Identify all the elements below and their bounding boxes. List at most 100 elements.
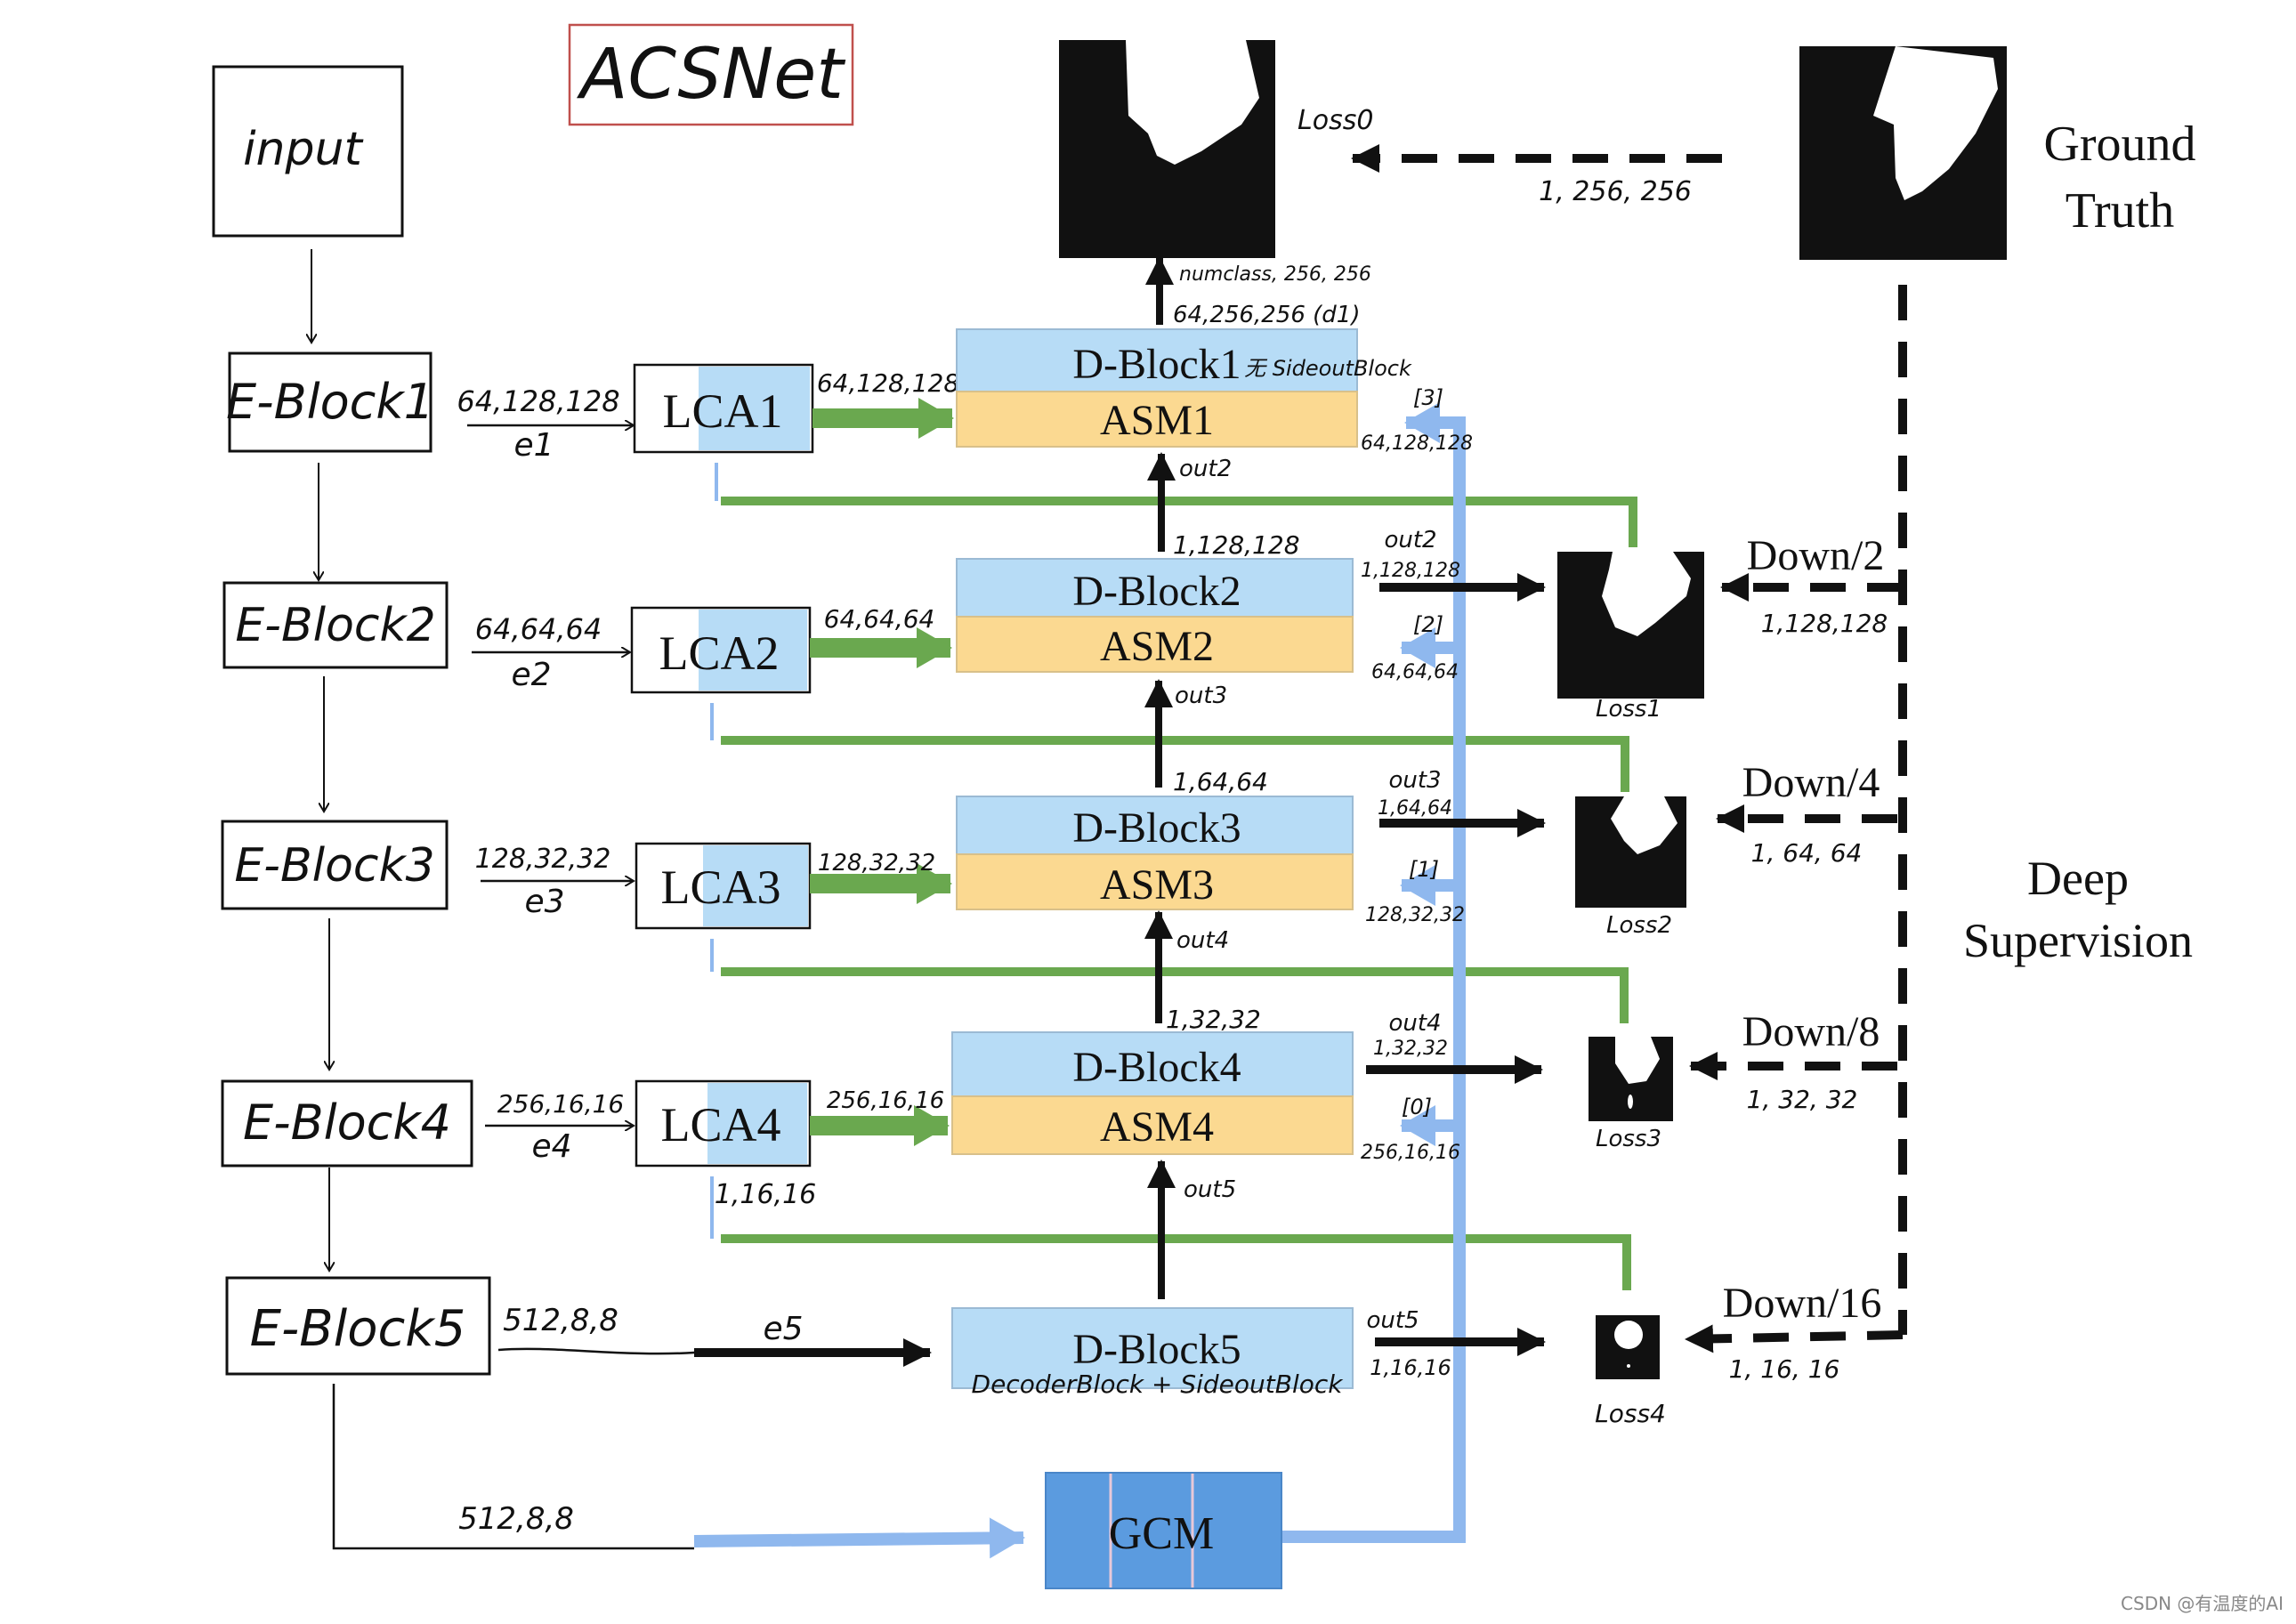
gcm-index-3: [3]	[1413, 385, 1443, 410]
loss1-label: Loss1	[1596, 696, 1661, 723]
gcm-shape-asm2: 64,64,64	[1371, 661, 1459, 683]
eblock-5: E-Block5	[225, 1276, 491, 1376]
side-out5-shape: 1,16,16	[1370, 1355, 1451, 1380]
down2-shape: 1,128,128	[1761, 609, 1888, 638]
loss4-mask: Loss4	[1595, 1315, 1666, 1428]
deep-supervision-label-2: Supervision	[1963, 914, 2193, 967]
down16-label: Down/16	[1723, 1280, 1882, 1327]
side-out5-label: out5	[1366, 1307, 1419, 1334]
e3-shape: 128,32,32	[475, 844, 611, 875]
dblock-3-label: D-Block3	[1072, 804, 1241, 852]
label-out4: out4	[1176, 927, 1229, 954]
lca-2-label: LCA2	[659, 626, 780, 680]
lca-1-label: LCA1	[663, 384, 783, 438]
input-label: input	[243, 123, 363, 176]
down2-label: Down/2	[1747, 532, 1885, 579]
gcm-input-shape: 512,8,8	[458, 1501, 574, 1537]
loss3-label: Loss3	[1596, 1126, 1661, 1152]
ground-truth-label-2: Truth	[2066, 183, 2174, 238]
input-box: input	[212, 65, 404, 238]
asm-3-label: ASM3	[1100, 861, 1214, 909]
loss4-label: Loss4	[1595, 1399, 1666, 1428]
lca-4-guide-shape: 1,16,16	[715, 1179, 817, 1210]
lca3-out-shape: 128,32,32	[818, 850, 935, 877]
e1-shape: 64,128,128	[457, 384, 619, 418]
e5-shape: 512,8,8	[503, 1303, 618, 1338]
dblock-4-label: D-Block4	[1072, 1044, 1241, 1091]
dblock-1-note: 无 SideoutBlock	[1244, 356, 1412, 381]
down8-shape: 1, 32, 32	[1747, 1085, 1858, 1114]
lca-3-label: LCA3	[661, 860, 781, 914]
gcm-shape-asm4: 256,16,16	[1361, 1142, 1460, 1164]
gcm-input-arrow	[693, 1517, 1025, 1559]
gcm-index-1: [1]	[1409, 857, 1439, 882]
gt-shape-loss0: 1, 256, 256	[1539, 176, 1692, 207]
acsnet-diagram: ACSNet input E-Block1 E-Block2 E-Block3 …	[212, 23, 2196, 1589]
encoder-column: E-Block1 E-Block2 E-Block3 E-Block4 E-Bl…	[221, 351, 491, 1376]
asm-4-label: ASM4	[1100, 1103, 1214, 1151]
e4-shape: 256,16,16	[497, 1089, 625, 1119]
label-out3: out3	[1175, 683, 1227, 709]
label-out5: out5	[1184, 1176, 1236, 1203]
decoder-stage-4: D-Block4 ASM4	[951, 1031, 1354, 1155]
dblock-3-top-shape: 1,64,64	[1173, 767, 1268, 796]
eblock-2-label: E-Block2	[235, 599, 435, 652]
e2-label: e2	[511, 657, 551, 693]
side-out3-label: out3	[1388, 767, 1441, 794]
dblock-5-sub-label: DecoderBlock + SideoutBlock	[972, 1369, 1345, 1399]
deep-supervision-label-1: Deep	[2027, 852, 2129, 905]
decoder-stage-1: D-Block1 ASM1 无 SideoutBlock	[956, 328, 1412, 448]
eblock-3: E-Block3	[221, 820, 449, 910]
dblock-1-top-shape: 64,256,256 (d1)	[1173, 302, 1360, 328]
eblock-5-label: E-Block5	[250, 1300, 466, 1358]
e1-label: e1	[513, 427, 554, 464]
decoder-stage-2: D-Block2 ASM2	[956, 558, 1354, 673]
dblock-4-top-shape: 1,32,32	[1166, 1005, 1261, 1034]
side-out4-shape: 1,32,32	[1373, 1038, 1448, 1060]
down4-shape: 1, 64, 64	[1751, 838, 1863, 868]
loss1-mask: Loss1	[1557, 552, 1704, 723]
lca-to-asm-arrows: 64,128,128 64,64,64 128,32,32 256,16,16	[810, 368, 959, 1146]
lca-4: LCA4	[635, 1079, 812, 1168]
side-output-labels: out2 1,128,128 out3 1,64,64 out4 1,32,32…	[1361, 527, 1460, 1380]
ground-truth-label-1: Ground	[2043, 117, 2195, 172]
lca4-out-shape: 256,16,16	[827, 1087, 944, 1114]
eblock-1-label: E-Block1	[226, 374, 434, 430]
asm-2-label: ASM2	[1100, 623, 1214, 670]
title-box: ACSNet	[568, 23, 854, 126]
lca-3: LCA3	[635, 842, 812, 930]
down8-label: Down/8	[1742, 1008, 1880, 1055]
ground-truth: Ground Truth	[1799, 46, 2196, 260]
gcm-block: GCM	[1045, 1472, 1282, 1589]
lca2-out-shape: 64,64,64	[824, 604, 935, 634]
down16-arrow	[1685, 1324, 1904, 1353]
lca-2: LCA2	[630, 606, 812, 694]
lca-4-label: LCA4	[661, 1098, 781, 1151]
lca1-out-shape: 64,128,128	[817, 368, 959, 398]
eblock-2: E-Block2	[222, 581, 449, 669]
side-out4-label: out4	[1388, 1010, 1441, 1037]
e5-label: e5	[763, 1311, 803, 1347]
down16-shape: 1, 16, 16	[1729, 1354, 1840, 1384]
loss0-mask: Loss0	[1059, 40, 1373, 258]
gcm-index-2: [2]	[1413, 612, 1443, 637]
loss3-mask: Loss3	[1589, 1037, 1673, 1152]
side-out3-shape: 1,64,64	[1378, 797, 1452, 820]
watermark: CSDN @有温度的AI	[2121, 1593, 2284, 1614]
label-out2-in: out2	[1179, 456, 1232, 482]
decoder-stage-5: D-Block5 DecoderBlock + SideoutBlock	[951, 1307, 1354, 1399]
gcm-shape-asm3: 128,32,32	[1365, 904, 1465, 926]
dblock-2-top-shape: 1,128,128	[1173, 530, 1300, 560]
decoder-stage-3: D-Block3 ASM3	[956, 796, 1354, 910]
eblock-4: E-Block4	[221, 1079, 473, 1168]
side-out2-shape: 1,128,128	[1361, 560, 1460, 582]
asm-1-label: ASM1	[1100, 397, 1214, 444]
eblock-4-label: E-Block4	[243, 1095, 451, 1151]
dblock-5-label: D-Block5	[1072, 1326, 1241, 1373]
e2-shape: 64,64,64	[475, 612, 602, 646]
gcm-label: GCM	[1109, 1508, 1214, 1559]
lca-1: LCA1	[633, 363, 814, 454]
e4-label: e4	[531, 1128, 571, 1165]
down4-label: Down/4	[1742, 759, 1880, 806]
side-out2-label: out2	[1384, 527, 1436, 553]
